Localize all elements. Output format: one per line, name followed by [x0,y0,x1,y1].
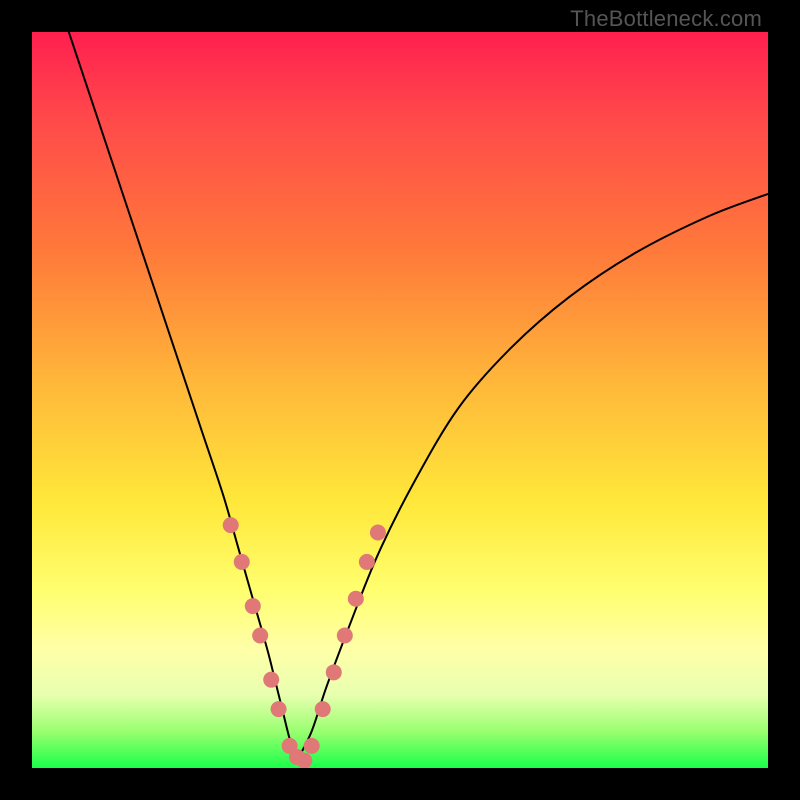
data-marker [315,701,331,717]
data-marker [359,554,375,570]
data-marker [263,672,279,688]
data-marker [304,738,320,754]
chart-frame: TheBottleneck.com [0,0,800,800]
data-marker [348,591,364,607]
data-marker [252,628,268,644]
chart-svg [32,32,768,768]
data-marker [370,524,386,540]
data-marker [337,628,353,644]
watermark-text: TheBottleneck.com [570,6,762,32]
data-marker [234,554,250,570]
left-curve [69,32,297,761]
right-curve [297,194,768,761]
data-marker [296,753,312,768]
data-marker [326,664,342,680]
plot-area [32,32,768,768]
marker-group [223,517,386,768]
data-marker [271,701,287,717]
data-marker [245,598,261,614]
data-marker [223,517,239,533]
